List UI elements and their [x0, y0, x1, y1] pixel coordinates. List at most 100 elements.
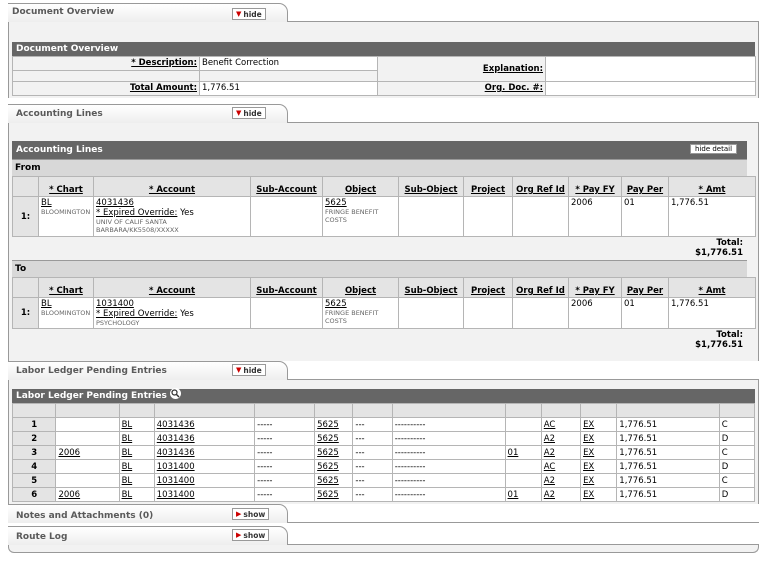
explanation-field[interactable] [545, 56, 756, 82]
show-button[interactable]: ▶ show [232, 529, 270, 541]
type-link[interactable]: EX [583, 490, 594, 500]
bal-link[interactable]: A2 [544, 434, 555, 444]
dc-cell: D [721, 489, 729, 500]
triangle-right-icon: ▶ [236, 531, 242, 539]
subobj-cell: --- [355, 419, 365, 430]
amt-cell: 1,776.51 [619, 475, 658, 486]
acct-link[interactable]: 4031436 [157, 434, 195, 444]
triangle-down-icon: ▼ [236, 10, 242, 18]
bal-link[interactable]: A2 [544, 490, 555, 500]
hide-detail-button[interactable]: hide detail [690, 144, 738, 154]
type-link[interactable]: EX [583, 448, 594, 458]
document-overview-table: * Description: Benefit Correction Explan… [12, 56, 756, 96]
total-amount-label: Total Amount: [129, 83, 197, 93]
subobj-cell: --- [355, 447, 365, 458]
type-link[interactable]: EX [583, 434, 594, 444]
bal-link[interactable]: A2 [544, 476, 555, 486]
obj-link[interactable]: 5625 [317, 448, 339, 458]
dc-cell: C [721, 447, 728, 458]
tab-accounting-lines: Accounting Lines ▼ hide [8, 104, 759, 123]
proj-cell: ---------- [394, 461, 426, 472]
account-link[interactable]: 1031400 [96, 299, 248, 309]
proj-cell: ---------- [394, 447, 426, 458]
obj-link[interactable]: 5625 [317, 434, 339, 444]
obj-link[interactable]: 5625 [317, 462, 339, 472]
subobj-cell: --- [355, 475, 365, 486]
ref-link[interactable]: 01 [508, 490, 519, 500]
triangle-right-icon: ▶ [236, 510, 242, 518]
type-link[interactable]: EX [583, 476, 594, 486]
fy-link[interactable]: 2006 [58, 490, 80, 500]
sub-cell: ----- [257, 433, 273, 444]
ref-link[interactable]: 01 [508, 448, 519, 458]
table-row: 1: BL BLOOMINGTON 1031400 * Expired Overri… [12, 297, 756, 329]
n-cell: 4 [31, 461, 38, 472]
hide-button[interactable]: ▼ hide [232, 364, 266, 376]
chart-link[interactable]: BL [122, 490, 133, 500]
chart-link[interactable]: BL [41, 299, 91, 309]
table-row: 2 BL 4031436 ----- 5625 --- ---------- A2 EX 1,77… [11, 431, 756, 446]
col-pay-fy: * Pay FY [568, 176, 622, 197]
acct-link[interactable]: 1031400 [157, 462, 195, 472]
acct-link[interactable]: 4031436 [157, 420, 195, 430]
section-header: Labor Ledger Pending Entries [12, 387, 755, 403]
amt-cell: 1,776.51 [619, 419, 658, 430]
obj-link[interactable]: 5625 [317, 490, 339, 500]
bal-link[interactable]: A2 [544, 448, 555, 458]
col-account: * Account [93, 176, 251, 197]
bal-link[interactable]: AC [544, 462, 556, 472]
table-row: 1: BL BLOOMINGTON 4031436 * Expired Overri… [12, 196, 756, 237]
triangle-down-icon: ▼ [236, 109, 242, 117]
tab-route-log: Route Log ▶ show [8, 526, 759, 545]
chart-link[interactable]: BL [41, 198, 91, 208]
obj-link[interactable]: 5625 [317, 476, 339, 486]
from-subheader: From [12, 159, 747, 176]
table-row: 1 BL 4031436 ----- 5625 --- ---------- AC EX 1,77… [11, 417, 756, 432]
org-doc-field[interactable] [545, 81, 756, 96]
hide-button[interactable]: ▼ hide [232, 8, 266, 20]
show-button[interactable]: ▶ show [232, 508, 270, 520]
tab-title: Notes and Attachments (0) [16, 511, 154, 521]
fy-link[interactable]: 2006 [58, 448, 80, 458]
dc-cell: D [721, 433, 729, 444]
obj-link[interactable]: 5625 [317, 420, 339, 430]
type-link[interactable]: EX [583, 462, 594, 472]
chart-link[interactable]: BL [122, 462, 133, 472]
n-cell: 1 [31, 419, 38, 430]
section-header: Document Overview [12, 42, 755, 56]
table-row: 5 BL 1031400 ----- 5625 --- ---------- A2 EX 1,77… [11, 473, 756, 488]
account-link[interactable]: 4031436 [96, 198, 248, 208]
description-field[interactable]: Benefit Correction [199, 56, 378, 71]
hide-button[interactable]: ▼ hide [232, 107, 266, 119]
chart-link[interactable]: BL [122, 420, 133, 430]
tab-title: Document Overview [12, 7, 115, 17]
table-row: 3 2006 BL 4031436 ----- 5625 --- ---------- 01 A2… [11, 445, 756, 460]
to-accounting-table: * Chart * Account Sub-Account Object Sub… [12, 277, 756, 329]
chart-link[interactable]: BL [122, 434, 133, 444]
amt-cell: 1,776.51 [619, 447, 658, 458]
object-link[interactable]: 5625 [325, 198, 396, 208]
proj-cell: ---------- [394, 419, 426, 430]
to-total: Total: $1,776.51 [695, 330, 743, 350]
table-row: 6 2006 BL 1031400 ----- 5625 --- ---------- 01 A2… [11, 487, 756, 502]
col-pay-per: Pay Per [621, 176, 669, 197]
chart-link[interactable]: BL [122, 476, 133, 486]
acct-link[interactable]: 1031400 [157, 476, 195, 486]
bal-link[interactable]: AC [544, 420, 556, 430]
col-project: Project [463, 176, 513, 197]
acct-link[interactable]: 4031436 [157, 448, 195, 458]
acct-link[interactable]: 1031400 [157, 490, 195, 500]
type-link[interactable]: EX [583, 420, 594, 430]
col-chart: * Chart [38, 176, 94, 197]
tab-title: Route Log [16, 532, 68, 542]
amt-cell: 1,776.51 [619, 461, 658, 472]
sub-cell: ----- [257, 461, 273, 472]
sub-cell: ----- [257, 475, 273, 486]
object-link[interactable]: 5625 [325, 299, 396, 309]
proj-cell: ---------- [394, 475, 426, 486]
sub-cell: ----- [257, 447, 273, 458]
tab-title: Accounting Lines [16, 109, 103, 119]
from-total: Total: $1,776.51 [695, 238, 743, 258]
search-icon[interactable] [169, 387, 181, 399]
chart-link[interactable]: BL [122, 448, 133, 458]
